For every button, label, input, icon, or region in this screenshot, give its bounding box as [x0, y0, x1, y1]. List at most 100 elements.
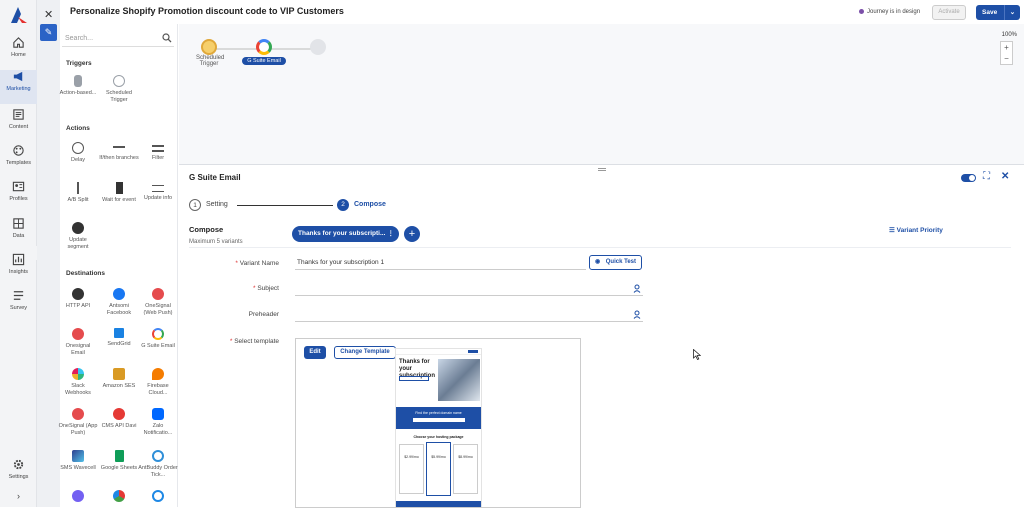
- tile-label: CMS API Davi: [101, 423, 137, 429]
- close-icon[interactable]: ✕: [1001, 171, 1009, 182]
- tile-label: Scheduled Trigger: [106, 90, 132, 103]
- amazon-ses-icon: [113, 368, 125, 380]
- edit-list-icon: [152, 185, 164, 192]
- nav-home[interactable]: Home: [0, 36, 37, 70]
- sendgrid-icon: [114, 328, 124, 338]
- search-input[interactable]: Search...: [62, 31, 174, 47]
- node-scheduled-trigger[interactable]: Scheduled Trigger: [196, 39, 224, 67]
- palette-tile[interactable]: If/then branches: [99, 142, 139, 162]
- palette-tile[interactable]: CMS API Davi: [99, 408, 139, 430]
- palette-tile[interactable]: [138, 490, 178, 505]
- mouse-cursor-icon: [693, 349, 701, 360]
- palette-tile[interactable]: Amazon SES: [99, 368, 139, 390]
- palette-tile[interactable]: Onesignal Email: [58, 328, 98, 357]
- tile-label: Zalo Notificatio...: [143, 423, 173, 436]
- palette-tile[interactable]: Filter: [138, 142, 178, 162]
- database-icon: [13, 218, 24, 229]
- nav-content[interactable]: Content: [0, 108, 37, 142]
- nav-marketing[interactable]: Marketing: [0, 70, 37, 104]
- email-preview: Thanks for your subscription Find the pe…: [395, 348, 482, 507]
- zoom-out-button[interactable]: −: [1001, 53, 1012, 64]
- palette-tile[interactable]: Firebase Cloud...: [138, 368, 178, 397]
- palette-tile[interactable]: OneSignal (App Push): [58, 408, 98, 437]
- preheader-input[interactable]: [295, 308, 643, 322]
- node-end[interactable]: [310, 39, 326, 55]
- zoom-level: 100%: [1001, 32, 1017, 38]
- edit-template-button[interactable]: Edit: [304, 346, 326, 359]
- palette-tile[interactable]: Google Sheets: [99, 450, 139, 472]
- palette-tile[interactable]: [99, 490, 139, 505]
- nav-survey[interactable]: Survey: [0, 289, 37, 323]
- expand-icon[interactable]: ⛶: [983, 171, 990, 182]
- variant-tab[interactable]: Thanks for your subscripti... ⋮: [292, 226, 399, 242]
- palette-tile[interactable]: [58, 490, 98, 505]
- variant-priority-button[interactable]: ☰ Variant Priority: [889, 226, 943, 234]
- step-connector: [237, 205, 333, 206]
- palette-tile[interactable]: SMS Wavecell: [58, 450, 98, 472]
- tile-label: Update segment: [67, 237, 89, 250]
- nav-settings[interactable]: Settings: [0, 458, 37, 492]
- add-variant-button[interactable]: +: [404, 226, 420, 242]
- destinations-heading: Destinations: [66, 270, 106, 277]
- step-setting[interactable]: Setting: [206, 201, 228, 208]
- activate-button[interactable]: Activate: [932, 5, 966, 20]
- template-preview-box: Edit Change Template Thanks for your sub…: [295, 338, 581, 508]
- palette-tile[interactable]: SendGrid: [99, 328, 139, 348]
- survey-icon: [13, 291, 24, 300]
- zalo-icon: [152, 408, 164, 420]
- variant-name-input[interactable]: Thanks for your subscription 1: [295, 256, 586, 270]
- personalize-icon[interactable]: [633, 310, 641, 319]
- node-config-panel: G Suite Email ⛶ ✕ 1 Setting 2 Compose Co…: [179, 164, 1024, 508]
- nav-profiles[interactable]: Profiles: [0, 180, 37, 214]
- more-vertical-icon[interactable]: ⋮: [388, 226, 395, 242]
- journey-title[interactable]: Personalize Shopify Promotion discount c…: [70, 6, 344, 16]
- palette-tile[interactable]: OneSignal (Web Push): [138, 288, 178, 317]
- palette-tile[interactable]: Antsomi Facebook: [99, 288, 139, 317]
- tile-label: Action-based...: [59, 90, 97, 96]
- status-text: Journey is in design: [867, 9, 921, 16]
- palette-tile[interactable]: Scheduled Trigger: [99, 75, 139, 104]
- subject-input[interactable]: [295, 282, 643, 296]
- nav-insights[interactable]: Insights: [0, 253, 37, 287]
- quick-test-button[interactable]: ◉ Quick Test: [589, 255, 642, 270]
- nav-templates[interactable]: Templates: [0, 144, 37, 178]
- pencil-icon[interactable]: ✎: [40, 24, 57, 41]
- palette-tile[interactable]: Zalo Notificatio...: [138, 408, 178, 437]
- node-label: G Suite Email: [242, 57, 286, 65]
- palette-tile[interactable]: A/B Split: [58, 182, 98, 204]
- tile-label: Delay: [70, 157, 86, 163]
- palette-tile[interactable]: HTTP API: [58, 288, 98, 310]
- http-api-icon: [72, 288, 84, 300]
- resize-handle[interactable]: [598, 168, 606, 171]
- openai-icon: [152, 490, 164, 502]
- step-compose[interactable]: Compose: [354, 201, 386, 208]
- zoom-in-button[interactable]: +: [1001, 42, 1012, 53]
- megaphone-icon: [13, 71, 23, 82]
- palette-tile[interactable]: Update info: [138, 182, 178, 202]
- nav-label: Data: [12, 233, 25, 239]
- node-enabled-toggle[interactable]: [961, 174, 976, 182]
- palette-tile[interactable]: Slack Webhooks: [58, 368, 98, 397]
- priority-icon: ☰: [889, 227, 897, 234]
- node-gsuite-email[interactable]: G Suite Email: [239, 39, 289, 65]
- palette-tile[interactable]: G Suite Email: [138, 328, 178, 350]
- variant-priority-label: Variant Priority: [896, 227, 943, 234]
- journey-canvas[interactable]: Scheduled Trigger G Suite Email 100% + −: [179, 24, 1024, 164]
- palette-tile[interactable]: AntBuddy Order Tick...: [138, 450, 178, 479]
- save-button[interactable]: Save ⌄: [976, 5, 1020, 20]
- palette-tile[interactable]: Delay: [58, 142, 98, 164]
- nav-data[interactable]: Data: [0, 217, 37, 251]
- palette-tile[interactable]: Action-based...: [58, 75, 98, 97]
- step-number[interactable]: 1: [189, 199, 201, 211]
- close-icon[interactable]: ✕: [44, 8, 53, 21]
- change-template-button[interactable]: Change Template: [334, 346, 396, 359]
- tile-label: A/B Split: [67, 197, 89, 203]
- palette-tile[interactable]: Wait for event: [99, 182, 139, 204]
- chevron-down-icon[interactable]: ⌄: [1004, 5, 1020, 20]
- collapse-nav-button[interactable]: ›: [0, 491, 37, 501]
- antbuddy-icon: [152, 450, 164, 462]
- step-number[interactable]: 2: [337, 199, 349, 211]
- palette-tile[interactable]: Update segment: [58, 222, 98, 251]
- personalize-icon[interactable]: [633, 284, 641, 293]
- status-dot-icon: [859, 9, 864, 14]
